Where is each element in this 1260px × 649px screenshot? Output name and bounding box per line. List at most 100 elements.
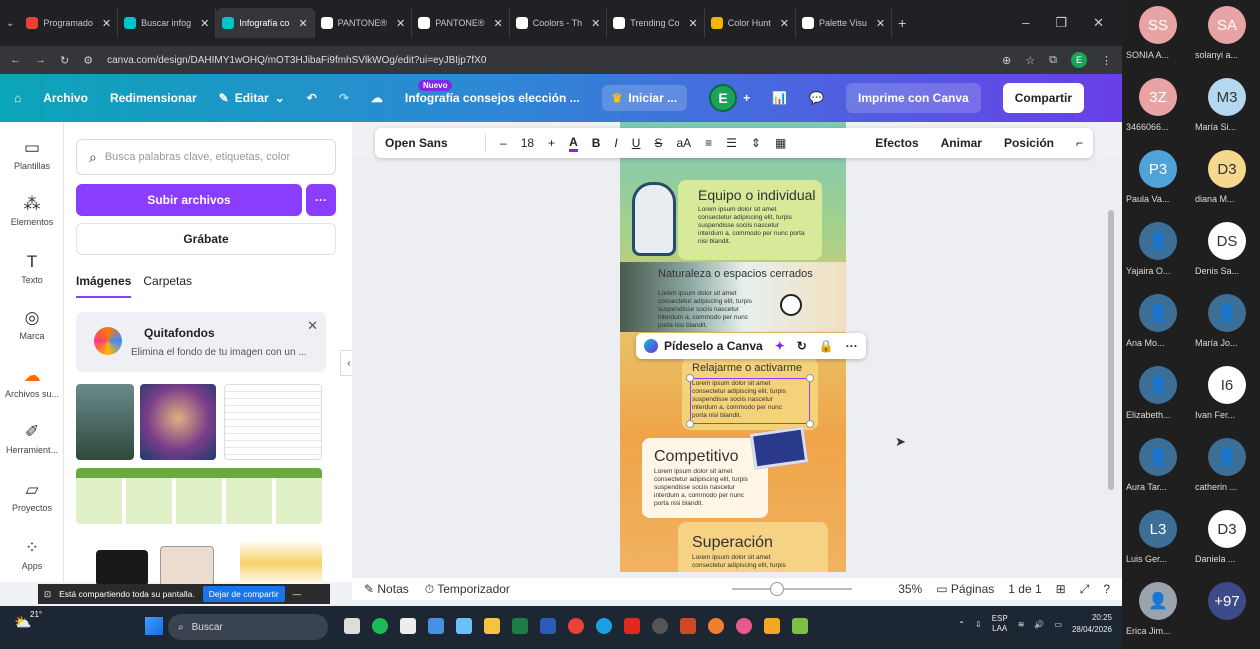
paint-format-icon[interactable]: ⌐ bbox=[1076, 136, 1083, 150]
zoom-icon[interactable]: ⊕ bbox=[1002, 54, 1011, 67]
participant-tile[interactable]: 3Z 3466066... bbox=[1122, 72, 1191, 144]
menu-icon[interactable]: ⋮ bbox=[1101, 54, 1112, 67]
rail-archivos[interactable]: ☁ Archivos su... bbox=[0, 366, 64, 399]
forward-icon[interactable]: → bbox=[35, 54, 46, 66]
extensions-icon[interactable]: ⧉ bbox=[1049, 54, 1057, 67]
thumbnail-document[interactable] bbox=[224, 384, 322, 460]
participant-tile[interactable]: I6 Ivan Fer... bbox=[1191, 360, 1260, 432]
participant-tile[interactable]: SA solanyi a... bbox=[1191, 0, 1260, 72]
increase-size-button[interactable]: + bbox=[548, 136, 555, 150]
home-icon[interactable]: ⌂ bbox=[14, 91, 21, 105]
participant-tile[interactable]: 👤 catherin ... bbox=[1191, 432, 1260, 504]
participant-tile[interactable]: M3 María Si... bbox=[1191, 72, 1260, 144]
comments-icon[interactable]: 💬 bbox=[809, 91, 824, 105]
app-icon[interactable] bbox=[736, 618, 752, 634]
participant-tile[interactable]: +97 bbox=[1191, 576, 1260, 648]
tab-close-icon[interactable]: ✕ bbox=[591, 17, 600, 30]
search-input[interactable]: ⌕ Busca palabras clave, etiquetas, color bbox=[76, 139, 336, 175]
minimize-banner-icon[interactable]: — bbox=[293, 589, 302, 599]
taskbar-search[interactable]: ⌕ Buscar bbox=[168, 614, 328, 640]
participant-tile[interactable]: 👤 María Jo... bbox=[1191, 288, 1260, 360]
zoom-level[interactable]: 35% bbox=[898, 582, 922, 596]
rail-plantillas[interactable]: ▭ Plantillas bbox=[0, 138, 64, 171]
rail-elementos[interactable]: ⁂ Elementos bbox=[0, 194, 64, 227]
browser-tab[interactable]: Infografía co ✕ bbox=[216, 8, 315, 38]
weather-widget[interactable]: ⛅ bbox=[14, 614, 31, 631]
restore-icon[interactable]: ❐ bbox=[1055, 15, 1067, 31]
app-icon[interactable] bbox=[400, 618, 416, 634]
browser-tab[interactable]: PANTONE® ✕ bbox=[315, 8, 413, 38]
participant-tile[interactable]: 👤 Ana Mo... bbox=[1122, 288, 1191, 360]
participant-tile[interactable]: DS Denis Sa... bbox=[1191, 216, 1260, 288]
tab-close-icon[interactable]: ✕ bbox=[200, 17, 209, 30]
selected-text-box[interactable] bbox=[686, 374, 814, 428]
tray-app-icon[interactable]: ⇩ bbox=[975, 620, 982, 629]
resize-handle[interactable] bbox=[686, 374, 694, 382]
app-icon[interactable] bbox=[652, 618, 668, 634]
thumbnail-book[interactable] bbox=[160, 546, 214, 586]
fullscreen-icon[interactable]: ⤢ bbox=[1080, 582, 1090, 597]
participant-tile[interactable]: D3 Daniela ... bbox=[1191, 504, 1260, 576]
tab-carpetas[interactable]: Carpetas bbox=[143, 274, 192, 298]
resize-handle[interactable] bbox=[686, 420, 694, 428]
participant-tile[interactable]: D3 diana M... bbox=[1191, 144, 1260, 216]
rail-texto[interactable]: T Texto bbox=[0, 252, 64, 285]
tab-close-icon[interactable]: ✕ bbox=[780, 17, 789, 30]
add-collaborator-icon[interactable]: + bbox=[743, 91, 750, 105]
compartir-button[interactable]: Compartir bbox=[1002, 83, 1085, 113]
undo-icon[interactable]: ↶ bbox=[307, 91, 317, 105]
thumbnail-notebook[interactable] bbox=[96, 550, 148, 586]
more-icon[interactable]: ··· bbox=[846, 339, 858, 353]
spacing-icon[interactable]: ⇕ bbox=[751, 136, 761, 150]
lock-icon[interactable]: 🔒 bbox=[819, 339, 834, 353]
battery-icon[interactable]: ▭ bbox=[1054, 620, 1062, 629]
help-icon[interactable]: ? bbox=[1103, 582, 1110, 596]
strikethrough-icon[interactable]: S bbox=[654, 136, 662, 150]
browser-tab[interactable]: Trending Co ✕ bbox=[607, 8, 705, 38]
font-size-input[interactable]: 18 bbox=[521, 136, 534, 150]
close-window-icon[interactable]: ✕ bbox=[1093, 15, 1104, 31]
zoom-slider-knob[interactable] bbox=[770, 582, 784, 596]
redo-icon[interactable]: ↷ bbox=[339, 91, 349, 105]
tab-close-icon[interactable]: ✕ bbox=[494, 17, 503, 30]
thumbnail-caduceus[interactable] bbox=[240, 540, 322, 586]
browser-tab[interactable]: Palette Visu ✕ bbox=[796, 8, 893, 38]
case-icon[interactable]: aA bbox=[676, 136, 691, 150]
powerpoint-icon[interactable] bbox=[680, 618, 696, 634]
document-title[interactable]: Infografía consejos elección ... bbox=[405, 91, 580, 105]
tab-close-icon[interactable]: ✕ bbox=[102, 17, 111, 30]
canvas-scrollbar[interactable] bbox=[1108, 210, 1114, 490]
text-color-icon[interactable]: A bbox=[569, 135, 578, 152]
new-tab-button[interactable]: + bbox=[898, 15, 906, 31]
bookmark-icon[interactable]: ☆ bbox=[1025, 54, 1035, 67]
app-icon[interactable] bbox=[428, 618, 444, 634]
paginas-button[interactable]: ▭ Páginas bbox=[936, 582, 994, 596]
close-icon[interactable]: ✕ bbox=[307, 318, 318, 334]
participant-tile[interactable]: SS SONIA A... bbox=[1122, 0, 1191, 72]
thumbnail-table[interactable] bbox=[76, 468, 322, 524]
rail-apps[interactable]: ⁘ Apps bbox=[0, 538, 64, 571]
list-icon[interactable]: ☰ bbox=[726, 136, 737, 150]
browser-tab[interactable]: Color Hunt ✕ bbox=[705, 8, 796, 38]
grid-view-icon[interactable]: ⊞ bbox=[1056, 582, 1066, 596]
italic-icon[interactable]: I bbox=[614, 136, 617, 150]
resize-handle[interactable] bbox=[806, 374, 814, 382]
site-info-icon[interactable]: ⚙ bbox=[83, 54, 93, 67]
underline-icon[interactable]: U bbox=[632, 136, 641, 150]
minimize-icon[interactable]: – bbox=[1022, 15, 1029, 31]
start-icon[interactable] bbox=[145, 617, 163, 635]
tab-search-icon[interactable]: ⌄ bbox=[6, 18, 14, 29]
rail-proyectos[interactable]: ▱ Proyectos bbox=[0, 480, 64, 513]
participant-tile[interactable]: 👤 Aura Tar... bbox=[1122, 432, 1191, 504]
quitafondos-card[interactable]: Quitafondos Elimina el fondo de tu image… bbox=[76, 312, 326, 372]
more-options-button[interactable]: ··· bbox=[306, 184, 336, 216]
spotify-icon[interactable] bbox=[372, 618, 388, 634]
grabate-button[interactable]: Grábate bbox=[76, 223, 336, 255]
cloud-sync-icon[interactable]: ☁ bbox=[371, 91, 383, 105]
excel-icon[interactable] bbox=[512, 618, 528, 634]
redimensionar-button[interactable]: Redimensionar bbox=[110, 91, 197, 105]
rail-herramientas[interactable]: ✐ Herramient... bbox=[0, 422, 64, 455]
url-field[interactable]: canva.com/design/DAHIMY1wOHQ/mOT3HJibaFi… bbox=[107, 55, 988, 66]
chrome-icon[interactable] bbox=[568, 618, 584, 634]
pideselo-button[interactable]: Pídeselo a Canva bbox=[664, 339, 763, 353]
